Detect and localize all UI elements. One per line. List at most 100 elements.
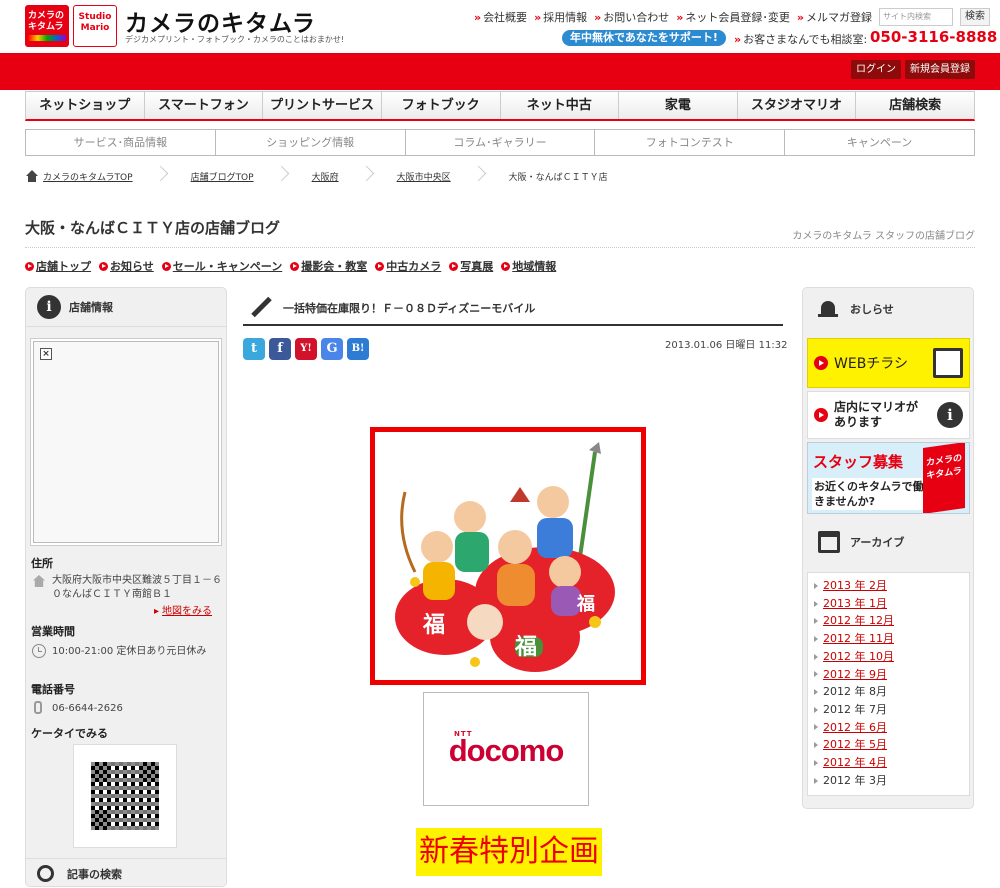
arrow-circle-icon <box>25 261 34 271</box>
blognav-label: 写真展 <box>460 260 494 273</box>
header-red-bar <box>0 53 1000 90</box>
bell-icon <box>818 298 838 320</box>
tagline: デジカメプリント・フォトブック・カメラのことはおまかせ! <box>125 35 345 44</box>
info-icon: i <box>937 402 963 428</box>
home-icon <box>25 170 39 182</box>
archive-item[interactable]: 2012 年 4月 <box>814 754 963 772</box>
mario-banner[interactable]: 店内にマリオが あります i <box>807 391 970 439</box>
docomo-label: docomo <box>448 733 565 768</box>
yahoo-icon[interactable]: Y! <box>295 338 317 360</box>
site-search-button[interactable]: 検索 <box>960 8 990 26</box>
blognav-events[interactable]: 撮影会・教室 <box>290 258 367 274</box>
archive-item: 2012 年 7月 <box>814 701 963 719</box>
archive-item[interactable]: 2013 年 2月 <box>814 577 963 595</box>
blognav-store-top[interactable]: 店舗トップ <box>25 258 91 274</box>
consult-link[interactable]: お客さまなんでも相談室: <box>734 31 867 47</box>
archive-item[interactable]: 2013 年 1月 <box>814 595 963 613</box>
qr-code <box>73 744 177 848</box>
chevron-right-icon <box>361 166 375 186</box>
company-link[interactable]: 会社概要 <box>474 9 527 25</box>
staff-recruit-banner[interactable]: スタッフ募集 お近くのキタムラで働きませんか? カメラのキタムラ <box>807 442 970 514</box>
blognav-used-camera[interactable]: 中古カメラ <box>375 258 441 274</box>
sub-nav: サービス･商品情報 ショッピング情報 コラム･ギャラリー フォトコンテスト キャ… <box>25 129 975 156</box>
blognav-label: 撮影会・教室 <box>301 260 368 273</box>
blognav-label: 地域情報 <box>512 260 557 273</box>
nav-store-search[interactable]: 店舗検索 <box>856 92 974 119</box>
google-icon[interactable]: G <box>321 338 343 360</box>
archive-item[interactable]: 2012 年 5月 <box>814 736 963 754</box>
arrow-circle-icon <box>375 261 385 271</box>
blognav-sale[interactable]: セール・キャンペーン <box>161 258 283 274</box>
logo-text: カメラのキタムラ <box>28 11 65 32</box>
tel-text: 06-6644-2626 <box>52 703 123 714</box>
breadcrumb-prefecture[interactable]: 大阪府 <box>312 170 339 183</box>
subnav-column[interactable]: コラム･ギャラリー <box>406 130 596 155</box>
hours-label: 営業時間 <box>31 625 75 638</box>
nav-studio-mario[interactable]: スタジオマリオ <box>738 92 857 119</box>
map-link[interactable]: 地図をみる <box>154 602 212 617</box>
breadcrumb-city[interactable]: 大阪市中央区 <box>397 170 451 183</box>
chevron-right-icon <box>473 166 487 186</box>
breadcrumb-blog-top[interactable]: 店舗ブログTOP <box>191 170 254 183</box>
blognav-news[interactable]: お知らせ <box>99 258 154 274</box>
subnav-campaign[interactable]: キャンペーン <box>785 130 974 155</box>
banner-label: WEBチラシ <box>834 356 909 372</box>
heading-label: 店舗情報 <box>69 300 113 314</box>
archive-item[interactable]: 2012 年 9月 <box>814 666 963 684</box>
store-info-heading: i 店舗情報 <box>25 287 227 327</box>
pencil-icon <box>251 297 273 319</box>
nav-used[interactable]: ネット中古 <box>501 92 620 119</box>
nav-smartphone[interactable]: スマートフォン <box>145 92 264 119</box>
nav-appliances[interactable]: 家電 <box>619 92 738 119</box>
store-map-image[interactable]: × <box>30 338 222 546</box>
archive-item[interactable]: 2012 年 6月 <box>814 719 963 737</box>
chevron-right-icon <box>276 166 290 186</box>
heading-label: 記事の検索 <box>67 867 122 881</box>
subnav-shopping[interactable]: ショッピング情報 <box>216 130 406 155</box>
blognav-exhibition[interactable]: 写真展 <box>449 258 493 274</box>
facebook-icon[interactable]: f <box>269 338 291 360</box>
nav-photobook[interactable]: フォトブック <box>382 92 501 119</box>
blognav-label: セール・キャンペーン <box>172 260 283 273</box>
nav-netshop[interactable]: ネットショップ <box>26 92 145 119</box>
hatena-icon[interactable]: B! <box>347 338 369 360</box>
archive-item[interactable]: 2012 年 10月 <box>814 648 963 666</box>
staff-headline: スタッフ募集 <box>813 453 904 471</box>
archive-item[interactable]: 2012 年 12月 <box>814 612 963 630</box>
blognav-local[interactable]: 地域情報 <box>501 258 556 274</box>
main-nav: ネットショップ スマートフォン プリントサービス フォトブック ネット中古 家電… <box>25 91 975 121</box>
arrow-circle-icon <box>290 261 300 271</box>
seven-lucky-gods-illustration: 福 福 福 <box>395 442 615 672</box>
member-link[interactable]: ネット会員登録･変更 <box>676 9 790 25</box>
nav-print[interactable]: プリントサービス <box>263 92 382 119</box>
subnav-contest[interactable]: フォトコンテスト <box>595 130 786 155</box>
site-search-input[interactable]: サイト内検索 <box>879 8 953 26</box>
qr-code-image <box>91 762 159 830</box>
search-icon <box>37 865 54 882</box>
mobile-label: ケータイでみる <box>31 727 108 740</box>
twitter-icon[interactable]: t <box>243 338 265 360</box>
register-button[interactable]: 新規会員登録 <box>905 60 975 79</box>
calendar-icon <box>818 531 840 553</box>
archive-item: 2012 年 8月 <box>814 683 963 701</box>
brand-name[interactable]: カメラのキタムラ <box>125 4 316 38</box>
contact-link[interactable]: お問い合わせ <box>594 9 669 25</box>
broken-image-icon: × <box>40 348 52 360</box>
tel-label: 電話番号 <box>31 683 75 696</box>
address-text: 大阪府大阪市中央区難波５丁目１－６０なんばＣＩＴＹ南館Ｂ１ <box>52 575 222 600</box>
archive-item[interactable]: 2012 年 11月 <box>814 630 963 648</box>
login-button[interactable]: ログイン <box>851 60 901 79</box>
address-label: 住所 <box>31 557 53 570</box>
info-icon: i <box>37 294 61 319</box>
subnav-services[interactable]: サービス･商品情報 <box>26 130 216 155</box>
studio-mario-logo[interactable]: Studio Mario <box>73 5 117 47</box>
web-flyer-banner[interactable]: WEBチラシ <box>807 338 970 388</box>
hours-text: 10:00-21:00 定休日あり元日休み <box>52 646 207 657</box>
kitamura-logo[interactable]: カメラのキタムラ <box>25 5 69 47</box>
recruit-link[interactable]: 採用情報 <box>534 9 587 25</box>
blog-title: 大阪・なんばＣＩＴＹ店の店舗ブログ <box>25 219 281 237</box>
share-buttons: t f Y! G B! <box>243 338 369 360</box>
breadcrumb-top[interactable]: カメラのキタムラTOP <box>43 170 133 183</box>
mailmag-link[interactable]: メルマガ登録 <box>797 9 872 25</box>
presentation-board-icon <box>933 348 963 378</box>
